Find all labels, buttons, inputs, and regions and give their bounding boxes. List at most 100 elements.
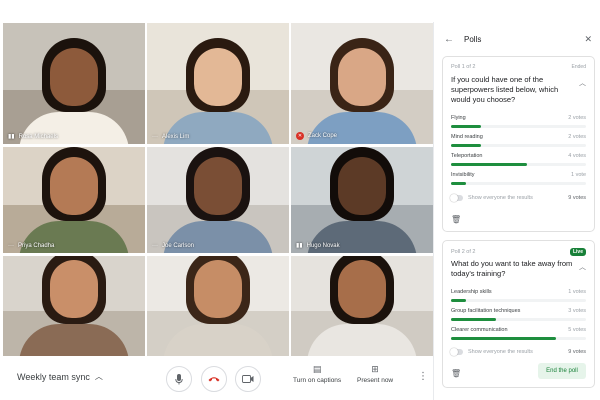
participant-tile[interactable]: ▮▮ Rosa Michaels [3, 23, 145, 144]
audio-indicator-icon: ▮▮ [8, 134, 15, 140]
show-results-row: Show everyone the results 9 votes [450, 348, 586, 356]
participant-name: Hugo Novak [306, 243, 340, 249]
poll-option: Teleportation 4 votes [451, 153, 586, 169]
option-label: Mind reading [451, 134, 483, 140]
panel-header: ← Polls ✕ [444, 32, 592, 46]
option-votes: 4 votes [568, 153, 586, 159]
show-results-toggle[interactable] [450, 194, 463, 202]
participant-video [307, 147, 417, 253]
participant-nameplate: ▮▮ Rosa Michaels [8, 134, 58, 140]
option-label: Flying [451, 115, 466, 121]
total-votes: 9 votes [568, 195, 586, 201]
camera-button[interactable] [235, 366, 261, 392]
participant-nameplate: ✕ Zack Cope [296, 132, 337, 140]
participant-tile[interactable]: ▮▮ Hugo Novak [291, 147, 433, 253]
present-label: Present now [357, 377, 394, 384]
poll-status: Ended [571, 64, 586, 70]
poll-number: Poll 1 of 2 [451, 64, 476, 70]
back-arrow-icon[interactable]: ← [444, 34, 464, 45]
panel-title: Polls [464, 34, 482, 44]
poll-number: Poll 2 of 2 [451, 249, 476, 255]
option-votes: 5 votes [568, 327, 586, 333]
more-dots-icon: ··· [8, 243, 14, 249]
participant-nameplate: ··· Priya Chadha [8, 243, 54, 249]
option-votes: 3 votes [568, 308, 586, 314]
poll-option: Group facilitation techniques 3 votes [451, 308, 586, 324]
participant-video [307, 34, 417, 144]
participant-video [19, 256, 129, 356]
participant-nameplate: ··· Joe Carlson [152, 243, 194, 249]
poll-question: What do you want to take away from today… [451, 259, 573, 278]
vote-bar [451, 125, 481, 128]
camera-icon [242, 375, 254, 383]
poll-option: Flying 2 votes [451, 115, 586, 131]
participant-nameplate: ··· Alexis Lim [152, 134, 189, 140]
vote-bar [451, 318, 496, 321]
participant-video [19, 147, 129, 253]
chevron-up-icon[interactable]: ︿ [579, 78, 586, 88]
participant-tile[interactable] [3, 256, 145, 356]
participant-video [163, 147, 273, 253]
poll-option: Mind reading 2 votes [451, 134, 586, 150]
vote-bar [451, 299, 466, 302]
participant-tile[interactable]: ✕ Zack Cope [291, 23, 433, 144]
show-results-row: Show everyone the results 9 votes [450, 194, 586, 202]
participant-video [163, 34, 273, 144]
audio-indicator-icon: ▮▮ [296, 243, 303, 249]
vote-bar [451, 337, 557, 340]
participant-tile[interactable]: ··· Alexis Lim [147, 23, 289, 144]
participant-video [19, 34, 129, 144]
more-options-icon[interactable]: ⋮ [418, 371, 428, 382]
end-poll-button[interactable]: End the poll [538, 363, 586, 379]
participant-tile[interactable]: ··· Joe Carlson [147, 147, 289, 253]
vote-bar [451, 182, 466, 185]
more-dots-icon: ··· [152, 243, 158, 249]
microphone-icon [175, 373, 183, 384]
more-dots-icon: ··· [152, 134, 158, 140]
poll-card: Poll 2 of 2 Live What do you want to tak… [442, 240, 595, 388]
show-results-label: Show everyone the results [468, 349, 533, 355]
trash-icon[interactable]: 🗑 [451, 369, 461, 378]
option-votes: 2 votes [568, 134, 586, 140]
poll-option: Clearer communication 5 votes [451, 327, 586, 343]
video-grid: ▮▮ Rosa Michaels ··· Alexis Lim ✕ Zack C… [3, 23, 433, 356]
participant-video [163, 256, 273, 356]
participant-tile[interactable] [147, 256, 289, 356]
option-label: Clearer communication [451, 327, 508, 333]
trash-icon[interactable]: 🗑 [451, 215, 461, 224]
microphone-button[interactable] [166, 366, 192, 392]
close-icon[interactable]: ✕ [584, 34, 592, 45]
meeting-name: Weekly team sync [17, 371, 90, 382]
option-label: Invisibility [451, 172, 475, 178]
show-results-toggle[interactable] [450, 348, 463, 356]
present-screen-icon: ⊞ [371, 364, 379, 374]
participant-nameplate: ▮▮ Hugo Novak [296, 243, 340, 249]
meeting-details-button[interactable]: Weekly team sync ︿ [17, 371, 103, 382]
live-badge: Live [569, 248, 586, 256]
vote-bar [451, 144, 481, 147]
participant-name: Zack Cope [308, 133, 338, 139]
chevron-up-icon[interactable]: ︿ [579, 262, 586, 272]
vote-bar [451, 163, 527, 166]
participant-name: Rosa Michaels [18, 134, 58, 140]
poll-question: If you could have one of the superpowers… [451, 75, 559, 104]
show-results-label: Show everyone the results [468, 195, 533, 201]
chevron-up-icon: ︿ [94, 372, 103, 381]
option-label: Group facilitation techniques [451, 308, 521, 314]
captions-button[interactable]: ▤ Turn on captions [293, 364, 341, 384]
meeting-controls-bar: Weekly team sync ︿ ▤ Turn on captions ⊞ … [0, 358, 432, 400]
total-votes: 9 votes [568, 349, 586, 355]
captions-label: Turn on captions [293, 377, 342, 384]
leave-call-button[interactable] [201, 366, 227, 392]
present-now-button[interactable]: ⊞ Present now [357, 364, 393, 384]
participant-tile[interactable]: ··· Priya Chadha [3, 147, 145, 253]
option-votes: 1 vote [571, 172, 586, 178]
option-label: Leadership skills [451, 289, 492, 295]
option-votes: 2 votes [568, 115, 586, 121]
participant-name: Alexis Lim [162, 134, 190, 140]
participant-video [307, 256, 417, 356]
hang-up-icon [208, 377, 220, 382]
participant-name: Priya Chadha [18, 243, 55, 249]
participant-tile[interactable] [291, 256, 433, 356]
option-votes: 1 votes [568, 289, 586, 295]
